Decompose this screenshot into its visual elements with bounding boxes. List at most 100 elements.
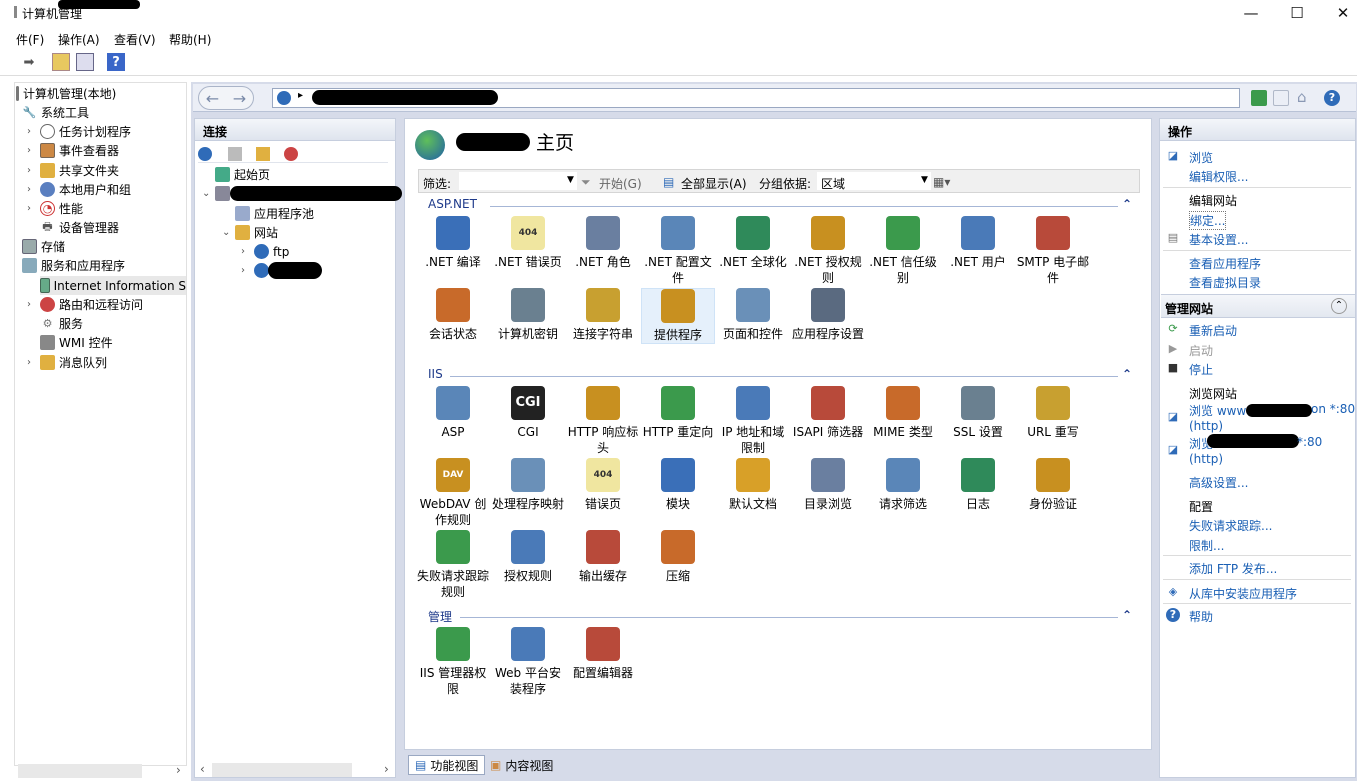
chevron-right-icon[interactable]: › (27, 357, 31, 368)
console-tree-icon[interactable] (76, 53, 94, 71)
iis-feature[interactable]: 404 错误页 (566, 458, 640, 512)
action-failed-request-tracing[interactable]: 失败请求跟踪... (1189, 517, 1272, 534)
collapse-icon[interactable]: ⌃ (1122, 608, 1132, 622)
connect-icon[interactable] (198, 147, 212, 161)
filter-input[interactable] (459, 172, 577, 190)
aspnet-feature[interactable]: 连接字符串 (566, 288, 640, 342)
conn-scrollbar[interactable] (212, 763, 352, 777)
action-stop[interactable]: 停止 (1189, 361, 1213, 378)
minimize-button[interactable]: — (1228, 0, 1274, 28)
action-browse-2-proto[interactable]: (http) (1189, 452, 1223, 466)
chevron-right-icon[interactable]: › (27, 165, 31, 176)
disconnect-icon[interactable] (284, 147, 298, 161)
group-dropdown-icon[interactable]: ▼ (921, 175, 928, 185)
iis-feature[interactable]: URL 重写 (1016, 386, 1090, 440)
iis-feature[interactable]: DAV WebDAV 创作规则 (416, 458, 490, 528)
scroll-right-icon[interactable]: › (176, 763, 181, 777)
back-forward-buttons[interactable]: ← → (198, 86, 254, 110)
action-limits[interactable]: 限制... (1189, 537, 1224, 554)
forward-nav-icon[interactable]: → (233, 89, 246, 108)
tree-msmq[interactable]: 消息队列 (40, 353, 107, 372)
scroll-right-icon[interactable]: › (384, 762, 389, 776)
view-mode-icon[interactable]: ▦▾ (933, 175, 950, 189)
show-all-button[interactable]: 全部显示(A) (681, 175, 747, 192)
folder-up-icon[interactable] (52, 53, 70, 71)
aspnet-feature[interactable]: .NET 全球化 (716, 216, 790, 270)
iis-feature[interactable]: 请求筛选 (866, 458, 940, 512)
stop-icon[interactable] (1273, 90, 1289, 106)
forward-icon[interactable]: ➡ (20, 53, 38, 71)
chevron-down-icon[interactable]: ⌄ (222, 227, 230, 238)
action-install-gallery[interactable]: 从库中安装应用程序 (1189, 585, 1297, 602)
aspnet-feature[interactable]: .NET 授权规则 (791, 216, 865, 286)
conn-site-selected[interactable] (254, 261, 269, 280)
iis-feature[interactable]: 压缩 (641, 530, 715, 584)
menu-file[interactable]: 件(F) (16, 31, 44, 48)
iis-feature[interactable]: ISAPI 筛选器 (791, 386, 865, 440)
back-icon[interactable]: ← (206, 89, 219, 108)
chevron-right-icon[interactable]: › (27, 184, 31, 195)
action-advanced-settings[interactable]: 高级设置... (1189, 474, 1248, 491)
collapse-icon[interactable]: ⌃ (1122, 367, 1132, 381)
iis-feature[interactable]: HTTP 响应标头 (566, 386, 640, 456)
manage-feature[interactable]: IIS 管理器权限 (416, 627, 490, 697)
action-browse[interactable]: 浏览 (1189, 149, 1213, 166)
conn-app-pools[interactable]: 应用程序池 (235, 204, 314, 223)
action-basic-settings[interactable]: 基本设置... (1189, 231, 1248, 248)
iis-feature[interactable]: HTTP 重定向 (641, 386, 715, 440)
iis-feature[interactable]: 身份验证 (1016, 458, 1090, 512)
menu-action[interactable]: 操作(A) (58, 31, 100, 48)
maximize-button[interactable]: ☐ (1274, 0, 1320, 28)
tree-device-manager[interactable]: 🖶 设备管理器 (40, 218, 119, 237)
iis-feature[interactable]: MIME 类型 (866, 386, 940, 440)
iis-feature[interactable]: ASP (416, 386, 490, 440)
save-icon[interactable] (228, 147, 242, 161)
action-browse-1-port[interactable]: on *:80 (1311, 402, 1355, 416)
aspnet-feature[interactable]: 页面和控件 (716, 288, 790, 342)
menu-help[interactable]: 帮助(H) (169, 31, 211, 48)
start-filter-button[interactable]: 开始(G) (599, 175, 642, 192)
tree-local-users[interactable]: 本地用户和组 (40, 180, 131, 199)
conn-start-page[interactable]: 起始页 (215, 165, 270, 184)
chevron-down-icon[interactable]: ⌄ (202, 188, 210, 199)
aspnet-feature[interactable]: .NET 角色 (566, 216, 640, 270)
aspnet-feature[interactable]: 会话状态 (416, 288, 490, 342)
collapse-icon[interactable]: ⌃ (1122, 197, 1132, 211)
collapse-circle-icon[interactable]: ⌃ (1331, 298, 1347, 314)
iis-feature[interactable]: 模块 (641, 458, 715, 512)
chevron-right-icon[interactable]: › (27, 145, 31, 156)
action-browse-1[interactable]: 浏览 www (1189, 402, 1246, 419)
section-iis[interactable]: IIS ⌃ (420, 367, 1138, 384)
action-bindings[interactable]: 绑定... (1189, 211, 1227, 230)
action-restart[interactable]: 重新启动 (1189, 322, 1237, 339)
aspnet-feature[interactable]: .NET 信任级别 (866, 216, 940, 286)
iis-feature[interactable]: 输出缓存 (566, 530, 640, 584)
up-icon[interactable] (256, 147, 270, 161)
iis-feature[interactable]: CGI CGI (491, 386, 565, 440)
action-browse-2-port[interactable]: *:80 (1297, 435, 1322, 449)
conn-sites[interactable]: 网站 (235, 223, 278, 242)
help-nav-icon[interactable]: ? (1324, 90, 1340, 106)
filter-dropdown-icon[interactable]: ▼ (567, 175, 574, 185)
aspnet-feature[interactable]: 计算机密钥 (491, 288, 565, 342)
scroll-left-icon[interactable]: ‹ (200, 762, 205, 776)
aspnet-feature[interactable]: 404 .NET 错误页 (491, 216, 565, 270)
tree-root[interactable]: 计算机管理(本地) (16, 84, 116, 103)
chevron-right-icon[interactable]: › (241, 246, 245, 257)
chevron-right-icon[interactable]: › (241, 265, 245, 276)
tree-event-viewer[interactable]: 事件查看器 (40, 141, 119, 160)
conn-ftp[interactable]: ftp (254, 242, 289, 261)
aspnet-feature[interactable]: .NET 编译 (416, 216, 490, 270)
manage-site-header[interactable]: 管理网站 ⌃ (1161, 294, 1355, 318)
aspnet-feature[interactable]: SMTP 电子邮件 (1016, 216, 1090, 286)
section-manage[interactable]: 管理 ⌃ (420, 608, 1138, 625)
tree-task-scheduler[interactable]: 任务计划程序 (40, 122, 131, 141)
action-view-apps[interactable]: 查看应用程序 (1189, 255, 1261, 272)
tree-services[interactable]: ⚙ 服务 (40, 314, 83, 333)
iis-feature[interactable]: SSL 设置 (941, 386, 1015, 440)
iis-feature[interactable]: 处理程序映射 (491, 458, 565, 512)
aspnet-feature[interactable]: .NET 用户 (941, 216, 1015, 270)
chevron-right-icon[interactable]: › (27, 126, 31, 137)
menu-view[interactable]: 查看(V) (114, 31, 156, 48)
chevron-right-icon[interactable]: › (27, 203, 31, 214)
